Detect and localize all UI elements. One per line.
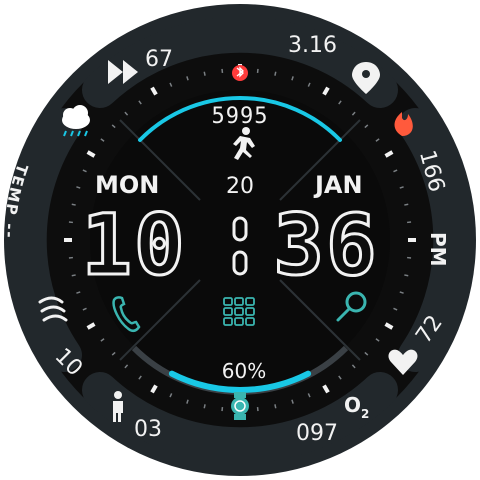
- ampm-label: PM: [426, 232, 450, 267]
- tick-mark: [404, 203, 409, 206]
- tick-mark: [274, 71, 277, 76]
- tick-mark: [71, 274, 76, 277]
- tick-mark: [203, 404, 206, 409]
- steps-value: 5995: [212, 104, 269, 129]
- svg-text:2: 2: [361, 407, 369, 421]
- tick-mark: [71, 203, 76, 206]
- bluetooth-icon: [232, 65, 248, 81]
- time-hours: 10: [81, 196, 186, 294]
- month: JAN: [313, 171, 363, 199]
- time-minutes: 36: [273, 196, 378, 294]
- watch-face: 67 3.16 TEMP -- 10 166 PM 72 5995 MON 20…: [0, 4, 476, 476]
- top-left-value: 67: [145, 47, 173, 72]
- day-of-month: 20: [226, 174, 254, 199]
- bottom-left-value: 03: [134, 417, 162, 442]
- day-of-week: MON: [95, 171, 159, 199]
- bottom-right-value: 097: [296, 421, 338, 446]
- tick-mark: [274, 404, 277, 409]
- tick-mark: [404, 274, 409, 277]
- tick-mark: [203, 71, 206, 76]
- svg-text:O: O: [344, 393, 361, 417]
- top-right-value: 3.16: [288, 33, 337, 58]
- battery-percent: 60%: [222, 359, 266, 383]
